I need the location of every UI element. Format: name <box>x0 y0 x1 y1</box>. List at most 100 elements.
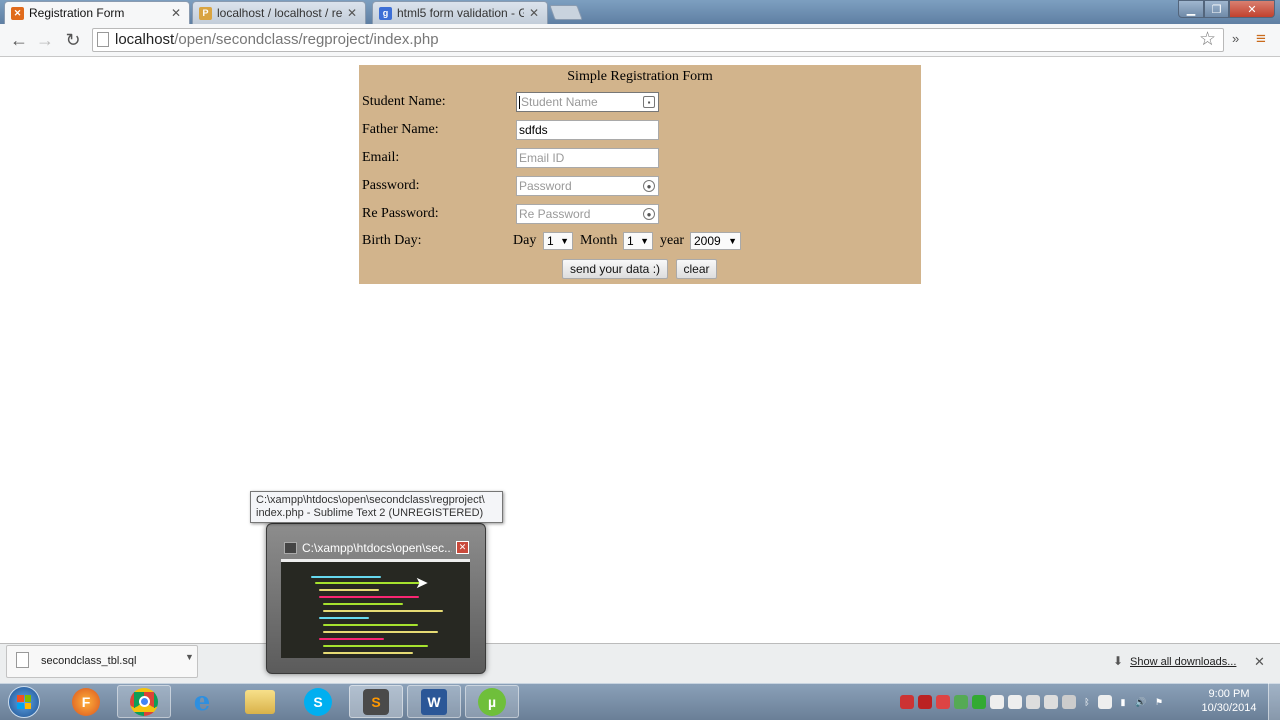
taskbar-utorrent[interactable]: µ <box>465 685 519 718</box>
tab-phpmyadmin[interactable]: P localhost / localhost / reg ✕ <box>192 1 366 24</box>
xampp-icon: ✕ <box>11 6 24 20</box>
minimize-button[interactable]: ▁ <box>1178 0 1204 18</box>
student-name-input[interactable]: Student Name ▪ <box>516 92 659 112</box>
editor-preview <box>281 559 470 658</box>
windows-logo-icon <box>8 686 40 718</box>
taskbar-sublime[interactable]: S <box>349 685 403 718</box>
url-host: localhost <box>115 31 175 48</box>
registration-form: Simple Registration Form Student Name: S… <box>359 65 921 284</box>
page-icon <box>97 32 109 47</box>
tray-icon[interactable] <box>972 695 986 709</box>
father-name-value: sdfds <box>519 123 548 137</box>
tray-icon[interactable] <box>1026 695 1040 709</box>
email-label: Email: <box>362 150 400 165</box>
ie-icon: e <box>193 686 211 717</box>
new-tab-button[interactable] <box>549 5 583 20</box>
maximize-button[interactable]: ❐ <box>1204 0 1229 18</box>
thumbnail-title: C:\xampp\htdocs\open\sec... <box>302 541 452 555</box>
chevron-down-icon: ▼ <box>728 236 737 246</box>
taskbar-skype[interactable]: S <box>291 685 345 718</box>
google-icon: g <box>379 6 392 20</box>
word-icon: W <box>421 688 447 715</box>
sublime-icon: S <box>363 688 389 715</box>
mouse-cursor-icon: ➤ <box>415 575 429 592</box>
tray-icon[interactable] <box>1044 695 1058 709</box>
re-password-label: Re Password: <box>362 206 439 221</box>
sublime-icon <box>284 542 297 554</box>
text-cursor <box>519 95 520 109</box>
action-center-flag-icon[interactable]: ⚑ <box>1152 695 1166 709</box>
chrome-icon <box>130 687 158 716</box>
explorer-icon <box>245 689 275 714</box>
day-label: Day <box>513 233 537 248</box>
close-tab-icon[interactable]: ✕ <box>529 6 539 20</box>
tab-title: html5 form validation - Go <box>397 6 524 20</box>
clock[interactable]: 9:00 PM 10/30/2014 <box>1196 687 1262 715</box>
phpmyadmin-icon: P <box>199 6 212 20</box>
back-icon[interactable]: ← <box>8 29 30 51</box>
close-tab-icon[interactable]: ✕ <box>347 6 357 20</box>
show-all-downloads-link[interactable]: Show all downloads... <box>1130 656 1236 668</box>
month-label: Month <box>580 233 618 248</box>
start-button[interactable] <box>2 684 46 720</box>
taskbar-word[interactable]: W <box>407 685 461 718</box>
network-icon[interactable]: ▮ <box>1116 695 1130 709</box>
taskbar-tooltip: C:\xampp\htdocs\open\secondclass\regproj… <box>250 491 503 523</box>
re-password-input[interactable]: Re Password ● <box>516 204 659 224</box>
close-window-button[interactable]: ✕ <box>1229 0 1275 18</box>
download-filename[interactable]: secondclass_tbl.sql <box>41 655 136 667</box>
taskbar-firefox[interactable]: F <box>59 685 113 718</box>
email-input[interactable]: Email ID <box>516 148 659 168</box>
close-tab-icon[interactable]: ✕ <box>171 6 181 20</box>
password-input[interactable]: Password ● <box>516 176 659 196</box>
bookmark-star-icon[interactable]: ☆ <box>1199 28 1216 51</box>
volume-icon[interactable]: 🔊 <box>1134 695 1148 709</box>
url-text[interactable]: localhost/open/secondclass/regproject/in… <box>115 31 439 48</box>
taskbar-ie[interactable]: e <box>175 685 229 718</box>
reload-icon[interactable]: ↻ <box>62 29 84 51</box>
submit-button[interactable]: send your data :) <box>562 259 668 279</box>
close-icon[interactable]: ✕ <box>456 541 469 554</box>
month-select[interactable]: 1 ▼ <box>623 232 653 250</box>
taskbar-chrome[interactable] <box>117 685 171 718</box>
tray-icon[interactable] <box>900 695 914 709</box>
tray-icon[interactable] <box>936 695 950 709</box>
skype-icon: S <box>304 687 332 716</box>
file-icon <box>16 652 29 668</box>
clock-time: 9:00 PM <box>1208 688 1250 700</box>
close-icon[interactable]: ✕ <box>1254 654 1265 670</box>
key-icon: ● <box>643 208 655 220</box>
email-placeholder: Email ID <box>519 151 565 165</box>
year-label: year <box>660 233 685 248</box>
forward-icon[interactable]: → <box>34 29 56 51</box>
student-name-placeholder: Student Name <box>521 95 598 109</box>
extensions-chevron-icon[interactable]: » <box>1232 31 1239 46</box>
chrome-menu-icon[interactable]: ≡ <box>1256 29 1266 49</box>
download-arrow-icon: ⬇ <box>1113 654 1124 668</box>
birthday-label: Birth Day: <box>362 233 422 248</box>
taskbar-explorer[interactable] <box>233 685 287 718</box>
clear-button[interactable]: clear <box>676 259 717 279</box>
clock-date: 10/30/2014 <box>1201 702 1257 714</box>
year-select[interactable]: 2009 ▼ <box>690 232 741 250</box>
chevron-down-icon[interactable]: ▼ <box>185 652 194 662</box>
year-value: 2009 <box>694 234 721 248</box>
show-desktop-button[interactable] <box>1268 683 1280 720</box>
tab-registration-form[interactable]: ✕ Registration Form ✕ <box>4 1 190 24</box>
key-icon: ● <box>643 180 655 192</box>
password-label: Password: <box>362 178 420 193</box>
tray-icon[interactable] <box>990 695 1004 709</box>
system-tray: ᛒ ▮ 🔊 ⚑ <box>900 688 1200 716</box>
tray-icon[interactable] <box>954 695 968 709</box>
month-value: 1 <box>627 234 634 248</box>
tray-icon[interactable] <box>1098 695 1112 709</box>
day-value: 1 <box>547 234 554 248</box>
tray-icon[interactable] <box>1062 695 1076 709</box>
chevron-down-icon: ▼ <box>560 236 569 246</box>
tray-icon[interactable] <box>1008 695 1022 709</box>
tray-icon[interactable] <box>918 695 932 709</box>
day-select[interactable]: 1 ▼ <box>543 232 573 250</box>
tab-html5-validation[interactable]: g html5 form validation - Go ✕ <box>372 1 548 24</box>
bluetooth-icon[interactable]: ᛒ <box>1080 695 1094 709</box>
father-name-input[interactable]: sdfds <box>516 120 659 140</box>
